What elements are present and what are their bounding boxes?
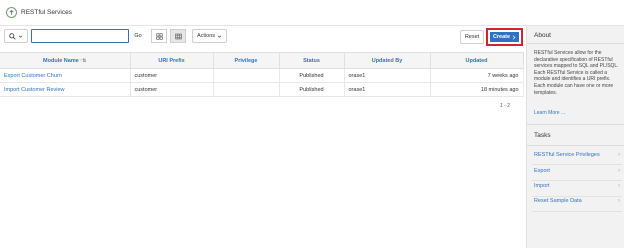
about-description: RESTful Services allow for the declarati… [534, 50, 619, 96]
task-reset-sample-data[interactable]: Reset Sample Data › [534, 194, 620, 208]
search-icon [9, 32, 16, 40]
table-row: Export Customer Churn customer Published… [0, 68, 524, 83]
divider [527, 145, 624, 146]
search-input-wrapper [31, 29, 129, 43]
actions-menu-button[interactable]: Actions [192, 29, 227, 43]
module-name-link[interactable]: Import Customer Review [0, 82, 131, 97]
uri-prefix-cell: customer [130, 68, 214, 83]
chevron-down-icon [18, 35, 23, 38]
chevron-right-icon: › [618, 152, 620, 158]
updated-cell: 7 weeks ago [430, 68, 524, 83]
divider [532, 211, 622, 212]
sort-ascending-icon: ↑⇅ [79, 57, 87, 64]
about-heading: About [534, 32, 551, 39]
task-import[interactable]: Import › [534, 179, 620, 193]
updated-by-cell: orase1 [344, 82, 431, 97]
chevron-right-icon: › [618, 168, 620, 174]
privilege-cell [213, 68, 280, 83]
report-toolbar: Go Actions Reset Create [0, 26, 523, 48]
status-cell: Published [279, 82, 345, 97]
modules-table: Module Name↑⇅ URI Prefix Privilege Statu… [0, 52, 524, 97]
task-export[interactable]: Export › [534, 164, 620, 178]
table-view-icon [174, 33, 182, 39]
divider [527, 43, 624, 44]
pagination-text: 1 - 2 [500, 103, 511, 109]
app-logo-icon [6, 7, 17, 18]
module-name-link[interactable]: Export Customer Churn [0, 68, 131, 83]
task-label: Export [534, 168, 550, 174]
tasks-heading: Tasks [534, 132, 551, 139]
task-label: Reset Sample Data [534, 198, 582, 204]
grid-view-icon [155, 32, 163, 40]
column-header-status[interactable]: Status [279, 52, 345, 69]
column-header-uri-prefix[interactable]: URI Prefix [130, 52, 214, 69]
search-input[interactable] [32, 30, 128, 42]
learn-more-link[interactable]: Learn More ... [534, 110, 565, 116]
page-title: RESTful Services [21, 9, 72, 16]
privilege-cell [213, 82, 280, 97]
divider [527, 124, 624, 125]
create-button-highlight: Create [486, 28, 523, 46]
chevron-right-icon: › [618, 183, 620, 189]
app-header: RESTful Services [0, 0, 624, 26]
go-button[interactable]: Go [131, 29, 145, 43]
column-header-updated[interactable]: Updated [430, 52, 524, 69]
column-header-updated-by[interactable]: Updated By [344, 52, 431, 69]
search-column-button[interactable] [4, 29, 28, 43]
reset-button[interactable]: Reset [460, 30, 484, 44]
updated-by-cell: orase1 [344, 68, 431, 83]
task-label: Import [534, 183, 550, 189]
uri-prefix-cell: customer [130, 82, 214, 97]
table-row: Import Customer Review customer Publishe… [0, 82, 524, 97]
view-icons-button[interactable] [151, 29, 167, 43]
chevron-down-icon [217, 35, 222, 38]
column-header-privilege[interactable]: Privilege [213, 52, 280, 69]
updated-cell: 18 minutes ago [430, 82, 524, 97]
chevron-right-icon [512, 34, 516, 40]
status-cell: Published [279, 68, 345, 83]
right-sidebar: About RESTful Services allow for the dec… [526, 26, 624, 248]
create-button[interactable]: Create [490, 32, 519, 42]
chevron-right-icon: › [618, 198, 620, 204]
main-region: Go Actions Reset Create Module Name↑⇅ UR… [0, 26, 524, 248]
task-restful-service-privileges[interactable]: RESTful Service Privileges › [534, 148, 620, 162]
table-header-row: Module Name↑⇅ URI Prefix Privilege Statu… [0, 52, 524, 69]
view-report-button[interactable] [170, 29, 186, 43]
task-label: RESTful Service Privileges [534, 152, 600, 158]
column-header-module-name[interactable]: Module Name↑⇅ [0, 52, 131, 69]
actions-label: Actions [196, 33, 216, 39]
create-label: Create [492, 34, 511, 40]
